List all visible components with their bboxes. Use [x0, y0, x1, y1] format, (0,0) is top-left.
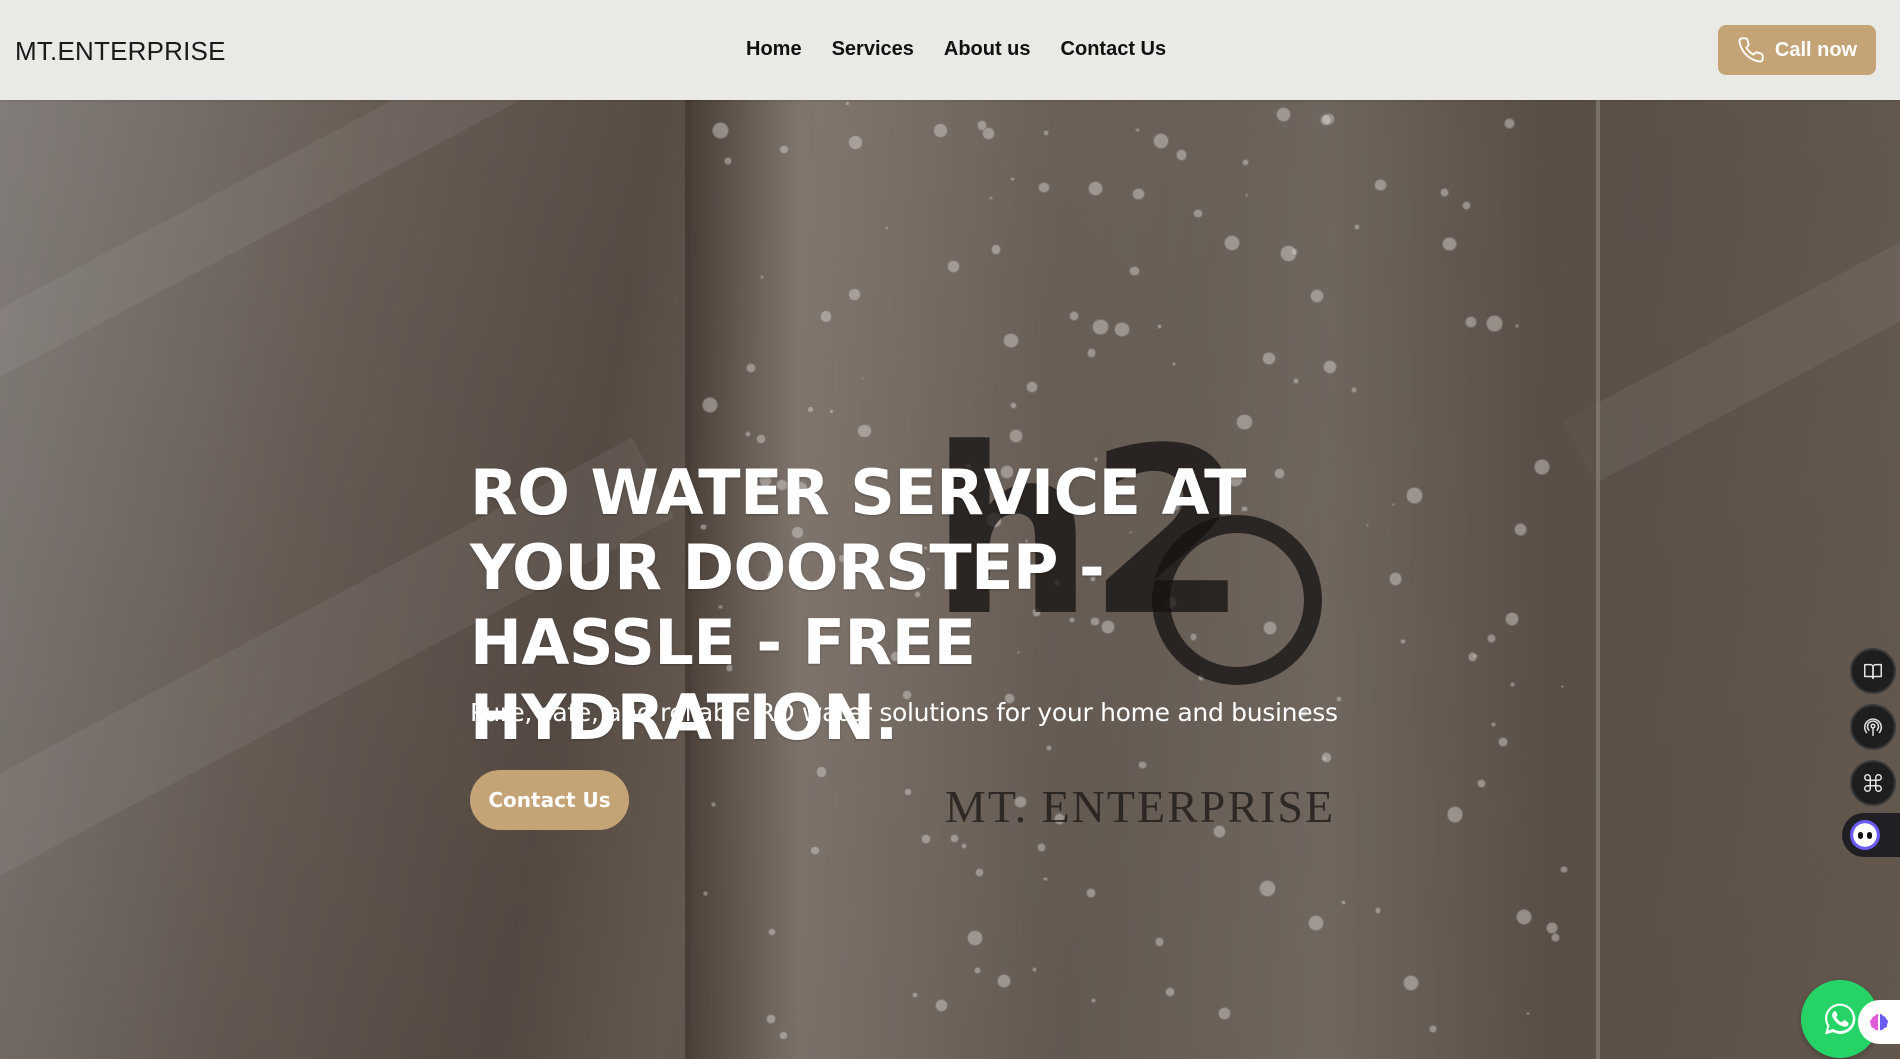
water-bubble [1090, 998, 1096, 1004]
water-bubble [1003, 333, 1019, 349]
water-bubble [816, 766, 828, 778]
podcast-icon[interactable] [1850, 704, 1896, 750]
hero-contact-button[interactable]: Contact Us [470, 770, 629, 830]
water-bubble [819, 310, 832, 323]
water-bubble [1137, 760, 1147, 770]
water-bubble [1038, 181, 1050, 194]
side-toolbar [1850, 648, 1900, 806]
water-bubble [981, 127, 995, 141]
water-bubble [1504, 118, 1515, 130]
background-wood-grain [0, 100, 662, 448]
water-bubble [779, 144, 789, 155]
water-bubble [1545, 921, 1558, 935]
water-bubble [997, 974, 1011, 988]
water-bubble [1476, 778, 1486, 788]
water-bubble [1486, 634, 1496, 644]
water-bubble [1322, 359, 1337, 374]
nav-home[interactable]: Home [746, 38, 802, 61]
water-bubble [1309, 289, 1324, 304]
water-bubble [1388, 572, 1403, 586]
book-icon[interactable] [1850, 648, 1896, 694]
water-bubble [1307, 915, 1324, 932]
water-bubble [766, 1014, 776, 1024]
water-bubble [1132, 187, 1145, 200]
water-bubble [1400, 638, 1406, 644]
water-bubble [848, 135, 864, 150]
call-now-button[interactable]: Call now [1718, 25, 1876, 75]
call-now-label: Call now [1774, 38, 1858, 61]
assistant-face-icon [1850, 820, 1880, 850]
water-bubble [1446, 805, 1464, 823]
water-bubble [1258, 879, 1276, 897]
water-bubble [844, 100, 850, 106]
water-bubble [807, 406, 814, 413]
main-nav: Home Services About us Contact Us [746, 38, 1166, 61]
water-bubble [1245, 193, 1249, 197]
water-bubble [1135, 127, 1140, 132]
water-bubble [1373, 178, 1387, 192]
water-bubble [1086, 348, 1096, 358]
water-bubble [1341, 900, 1346, 905]
water-bubble [1440, 188, 1449, 197]
brain-icon[interactable] [1858, 1000, 1900, 1044]
water-bubble [974, 867, 984, 877]
command-icon[interactable] [1850, 760, 1896, 806]
water-bubble [724, 156, 732, 165]
water-bubble [921, 834, 931, 844]
water-bubble [711, 801, 717, 807]
background-wood-grain [1562, 186, 1900, 484]
water-bubble [1217, 1006, 1231, 1020]
water-bubble [1534, 459, 1550, 475]
assistant-launcher[interactable] [1842, 813, 1900, 857]
brain-icon-glyph [1870, 1013, 1888, 1031]
water-bubble [1406, 487, 1423, 504]
water-bubble [745, 362, 756, 373]
water-bubble [701, 396, 718, 414]
water-bubble [1497, 737, 1508, 748]
water-bubble [848, 288, 861, 301]
water-bubble [1279, 244, 1297, 262]
water-bubble [1172, 362, 1176, 366]
water-bubble [860, 376, 864, 381]
nav-about[interactable]: About us [944, 38, 1031, 61]
whatsapp-icon [1824, 1003, 1856, 1035]
water-bubble [947, 260, 960, 273]
water-bubble [1154, 937, 1165, 947]
water-bubble [1293, 378, 1299, 384]
water-bubble [1486, 315, 1503, 332]
hero-subtitle: Pure, safe, and reliable RO water soluti… [470, 698, 1338, 727]
water-bubble [1128, 265, 1140, 277]
water-bubble [1157, 324, 1162, 329]
water-bubble [1467, 652, 1477, 662]
water-bubble [974, 967, 981, 974]
water-bubble [1114, 321, 1130, 338]
nav-services[interactable]: Services [832, 38, 914, 61]
water-bubble [1429, 1025, 1437, 1033]
bottle-brand-text: MT. ENTERPRISE [945, 781, 1336, 832]
water-bubble [1491, 722, 1496, 727]
hero-section: h2 MT. ENTERPRISE RO WATER SERVICE AT YO… [0, 100, 1900, 1059]
brand-logo[interactable]: MT.ENTERPRISE [15, 36, 226, 67]
water-bubble [1374, 906, 1382, 914]
navbar: MT.ENTERPRISE Home Services About us Con… [0, 0, 1900, 100]
water-bubble [1262, 351, 1276, 365]
water-bubble [1010, 176, 1015, 182]
phone-icon [1738, 37, 1764, 63]
water-bubble [960, 843, 967, 850]
water-bubble [1175, 149, 1188, 162]
water-bubble [1442, 236, 1457, 252]
nav-contact[interactable]: Contact Us [1061, 38, 1167, 61]
water-bubble [1026, 380, 1038, 393]
water-bubble [1164, 986, 1176, 997]
water-bubble [810, 845, 820, 856]
water-bubble [856, 423, 872, 439]
